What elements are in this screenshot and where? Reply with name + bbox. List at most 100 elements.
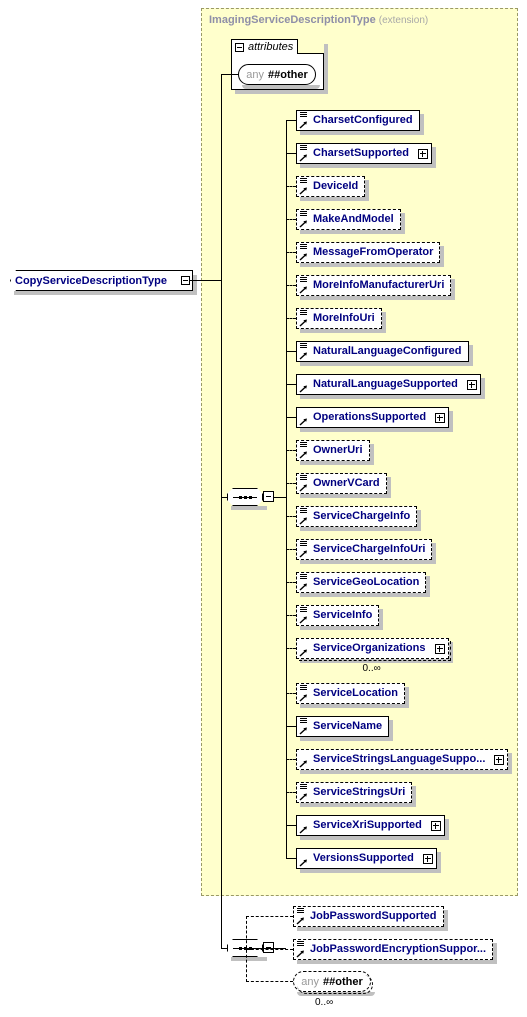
expand-icon[interactable] xyxy=(418,148,428,159)
element-label: ServiceGeoLocation xyxy=(313,576,420,588)
node-shadow xyxy=(481,378,485,399)
root-collapse-icon[interactable] xyxy=(181,276,190,285)
element-node[interactable]: MakeAndModel xyxy=(296,209,401,230)
connector-attributes-vertical xyxy=(221,74,222,281)
element-icon xyxy=(299,145,310,162)
element-label: ServiceXriSupported xyxy=(313,819,422,831)
root-type-node[interactable]: CopyServiceDescriptionType xyxy=(10,270,193,291)
outer-element-node[interactable]: JobPasswordEncryptionSuppor... xyxy=(293,939,493,960)
expand-icon[interactable] xyxy=(435,412,445,423)
element-node[interactable]: ServiceXriSupported xyxy=(296,815,445,836)
connector-stub xyxy=(286,120,296,121)
element-node[interactable]: OwnerUri xyxy=(296,440,370,461)
element-node[interactable]: NaturalLanguageConfigured xyxy=(296,341,469,362)
node-shadow xyxy=(300,770,512,774)
node-shadow xyxy=(437,852,441,873)
element-icon xyxy=(299,277,310,294)
connector-stub xyxy=(286,252,296,253)
connector-stub xyxy=(286,825,296,826)
expand-icon[interactable] xyxy=(494,754,504,765)
attribute-any-other[interactable]: any ##other xyxy=(238,64,316,85)
node-shadow xyxy=(300,230,405,234)
element-node[interactable]: OwnerVCard xyxy=(296,473,387,494)
element-node[interactable]: MessageFromOperator xyxy=(296,242,440,263)
element-label: OperationsSupported xyxy=(313,411,427,423)
element-node[interactable]: ServiceStringsLanguageSuppo... xyxy=(296,749,508,770)
connector-stub xyxy=(286,858,296,859)
element-icon xyxy=(299,442,310,459)
connector-stub xyxy=(286,759,296,760)
element-node[interactable]: MoreInfoManufacturerUri xyxy=(296,275,451,296)
element-node[interactable]: ServiceChargeInfoUri xyxy=(296,539,432,560)
node-shadow xyxy=(370,444,374,465)
element-node[interactable]: ServiceLocation xyxy=(296,683,405,704)
element-icon xyxy=(299,508,310,525)
element-node[interactable]: CharsetConfigured xyxy=(296,110,420,131)
node-shadow xyxy=(382,312,386,333)
outer-any-other[interactable]: any ##other xyxy=(293,971,373,994)
extension-title: ImagingServiceDescriptionType (extension… xyxy=(209,14,428,26)
element-icon xyxy=(299,718,310,735)
node-shadow xyxy=(300,461,374,465)
expand-icon[interactable] xyxy=(423,853,433,864)
root-node-shadow xyxy=(14,291,197,295)
node-shadow xyxy=(297,960,497,964)
element-icon xyxy=(299,574,310,591)
node-shadow xyxy=(300,362,473,366)
node-shadow xyxy=(300,296,455,300)
element-icon xyxy=(299,343,310,360)
element-icon xyxy=(299,784,310,801)
node-shadow xyxy=(469,345,473,366)
node-shadow xyxy=(300,869,441,873)
element-node[interactable]: ServiceOrganizations xyxy=(296,638,451,661)
connector-seq-to-trunk xyxy=(273,497,287,498)
element-node[interactable]: ServiceName xyxy=(296,716,389,737)
seq-outer-shadow xyxy=(231,957,267,961)
element-label: DeviceId xyxy=(313,180,359,192)
node-shadow xyxy=(300,704,409,708)
attributes-group-tab[interactable]: attributes xyxy=(231,39,298,54)
element-node[interactable]: OperationsSupported xyxy=(296,407,449,428)
element-icon xyxy=(296,908,307,925)
expand-icon[interactable] xyxy=(435,643,445,654)
node-shadow xyxy=(365,180,369,201)
node-shadow xyxy=(440,246,444,267)
sequence-compositor-main[interactable] xyxy=(227,488,263,506)
element-label: ServiceStringsLanguageSuppo... xyxy=(313,753,486,765)
node-shadow xyxy=(300,593,430,597)
node-shadow xyxy=(405,687,409,708)
element-node[interactable]: ServiceInfo xyxy=(296,605,379,626)
element-node[interactable]: NaturalLanguageSupported xyxy=(296,374,481,395)
node-shadow xyxy=(300,263,444,267)
element-label: JobPasswordEncryptionSuppor... xyxy=(310,943,487,955)
element-icon xyxy=(299,178,310,195)
element-node[interactable]: ServiceChargeInfo xyxy=(296,506,417,527)
attributes-collapse-icon[interactable] xyxy=(235,42,244,52)
element-node[interactable]: ServiceGeoLocation xyxy=(296,572,426,593)
element-label: MessageFromOperator xyxy=(313,246,434,258)
element-node[interactable]: CharsetSupported xyxy=(296,143,432,164)
element-plain-icon xyxy=(299,751,310,768)
element-label: NaturalLanguageConfigured xyxy=(313,345,462,357)
element-label: MakeAndModel xyxy=(313,213,394,225)
element-label: ServiceLocation xyxy=(313,687,398,699)
element-node[interactable]: MoreInfoUri xyxy=(296,308,382,329)
node-shadow xyxy=(451,279,455,300)
connector-stub xyxy=(286,549,296,550)
element-node[interactable]: ServiceStringsUri xyxy=(296,782,412,803)
connector-stub xyxy=(286,615,296,616)
elements-trunk xyxy=(286,120,287,497)
connector-stub-outer xyxy=(246,949,293,950)
element-label: JobPasswordSupported xyxy=(310,910,437,922)
outer-element-node[interactable]: JobPasswordSupported xyxy=(293,906,444,927)
outer-any-cardinality: 0..∞ xyxy=(315,997,334,1008)
element-node[interactable]: VersionsSupported xyxy=(296,848,437,869)
element-icon xyxy=(299,244,310,261)
element-node[interactable]: DeviceId xyxy=(296,176,365,197)
expand-icon[interactable] xyxy=(467,379,477,390)
attributes-box-shadow-right xyxy=(324,44,328,94)
expand-icon[interactable] xyxy=(431,820,441,831)
element-plain-icon xyxy=(299,376,310,393)
extension-type-name: ImagingServiceDescriptionType xyxy=(209,14,376,26)
sequence-dots xyxy=(238,495,252,499)
